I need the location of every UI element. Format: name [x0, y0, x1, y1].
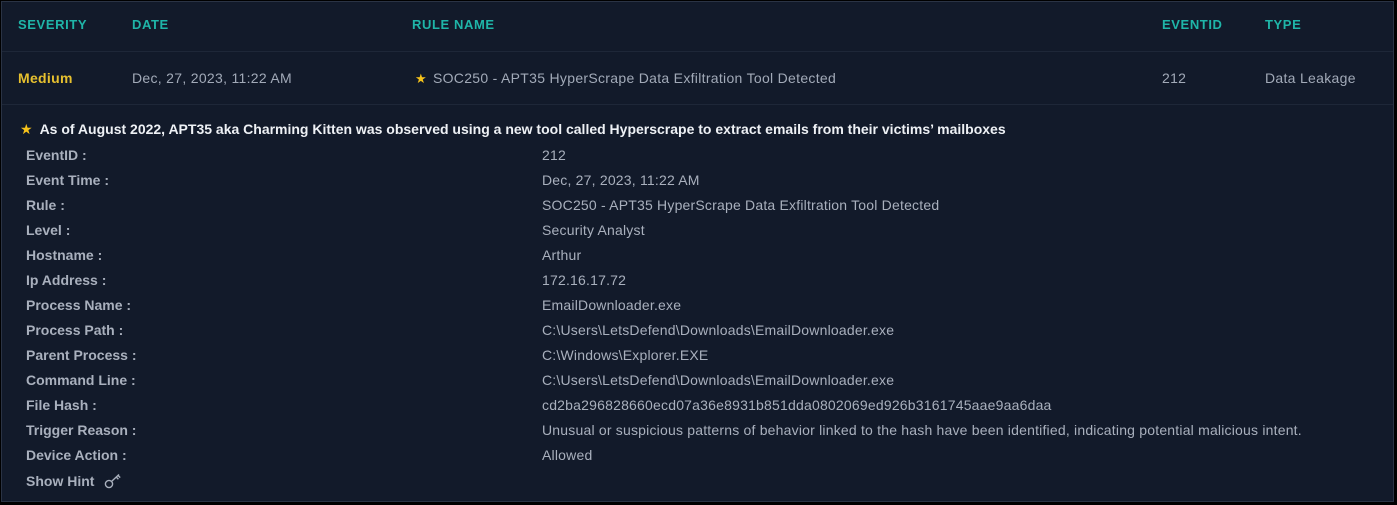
field-label: File Hash :	[26, 397, 97, 413]
field-label: EventID :	[26, 147, 87, 163]
field-label: Event Time :	[26, 172, 109, 188]
field-process-name: Process Name : EmailDownloader.exe	[26, 297, 1366, 319]
field-value: C:\Users\LetsDefend\Downloads\EmailDownl…	[542, 372, 895, 388]
field-label: Trigger Reason :	[26, 422, 137, 438]
field-value: Arthur	[542, 247, 582, 263]
field-level: Level : Security Analyst	[26, 222, 1366, 244]
field-label: Device Action :	[26, 447, 127, 463]
field-value: Security Analyst	[542, 222, 645, 238]
field-process-path: Process Path : C:\Users\LetsDefend\Downl…	[26, 322, 1366, 344]
star-icon: ★	[20, 121, 33, 137]
field-label: Level :	[26, 222, 71, 238]
show-hint-label: Show Hint	[26, 473, 95, 489]
field-label: Rule :	[26, 197, 65, 213]
field-value: Allowed	[542, 447, 593, 463]
rule-name: SOC250 - APT35 HyperScrape Data Exfiltra…	[432, 70, 837, 86]
field-label: Process Name :	[26, 297, 132, 313]
field-parent-process: Parent Process : C:\Windows\Explorer.EXE	[26, 347, 1366, 369]
field-label: Hostname :	[26, 247, 103, 263]
field-event-time: Event Time : Dec, 27, 2023, 11:22 AM	[26, 172, 1366, 194]
field-label: Ip Address :	[26, 272, 107, 288]
field-ip-address: Ip Address : 172.16.17.72	[26, 272, 1366, 294]
severity-badge: Medium	[18, 70, 73, 86]
field-value: Unusual or suspicious patterns of behavi…	[542, 422, 1302, 438]
star-icon: ★	[415, 71, 427, 86]
alert-detail: ★ As of August 2022, APT35 aka Charming K…	[2, 105, 1393, 500]
field-trigger-reason: Trigger Reason : Unusual or suspicious p…	[26, 422, 1366, 444]
field-value: 172.16.17.72	[542, 272, 627, 288]
field-value: 212	[542, 147, 566, 163]
alert-date: Dec, 27, 2023, 11:22 AM	[132, 70, 292, 86]
field-label: Command Line :	[26, 372, 136, 388]
field-value: Dec, 27, 2023, 11:22 AM	[542, 172, 700, 188]
column-header-date[interactable]: DATE	[132, 17, 169, 32]
field-command-line: Command Line : C:\Users\LetsDefend\Downl…	[26, 372, 1366, 394]
field-label: Process Path :	[26, 322, 124, 338]
column-header-severity[interactable]: SEVERITY	[18, 17, 87, 32]
table-row[interactable]: Medium Dec, 27, 2023, 11:22 AM ★ SOC250 -…	[2, 52, 1393, 105]
event-id: 212	[1162, 70, 1187, 86]
table-header: SEVERITY DATE RULE NAME EVENTID TYPE	[2, 2, 1393, 52]
field-value: EmailDownloader.exe	[542, 297, 682, 313]
column-header-rule-name[interactable]: RULE NAME	[412, 17, 495, 32]
field-value: C:\Windows\Explorer.EXE	[542, 347, 709, 363]
field-hostname: Hostname : Arthur	[26, 247, 1366, 269]
column-header-type[interactable]: TYPE	[1265, 17, 1301, 32]
field-value: C:\Users\LetsDefend\Downloads\EmailDownl…	[542, 322, 895, 338]
alert-description: ★ As of August 2022, APT35 aka Charming K…	[20, 121, 1006, 138]
rule-name-cell: ★ SOC250 - APT35 HyperScrape Data Exfiltr…	[415, 70, 836, 87]
field-rule: Rule : SOC250 - APT35 HyperScrape Data E…	[26, 197, 1366, 219]
alert-panel: SEVERITY DATE RULE NAME EVENTID TYPE Med…	[1, 1, 1394, 502]
field-eventid: EventID : 212	[26, 147, 1366, 169]
field-device-action: Device Action : Allowed	[26, 447, 1366, 469]
alert-type: Data Leakage	[1265, 70, 1356, 86]
field-label: Parent Process :	[26, 347, 137, 363]
show-hint-button[interactable]: Show Hint	[26, 473, 122, 489]
alert-description-text: As of August 2022, APT35 aka Charming Ki…	[39, 121, 1006, 137]
field-value: SOC250 - APT35 HyperScrape Data Exfiltra…	[542, 197, 940, 213]
field-file-hash: File Hash : cd2ba296828660ecd07a36e8931b…	[26, 397, 1366, 419]
field-value: cd2ba296828660ecd07a36e8931b851dda080206…	[542, 397, 1052, 413]
key-icon	[105, 473, 122, 489]
column-header-eventid[interactable]: EVENTID	[1162, 17, 1223, 32]
